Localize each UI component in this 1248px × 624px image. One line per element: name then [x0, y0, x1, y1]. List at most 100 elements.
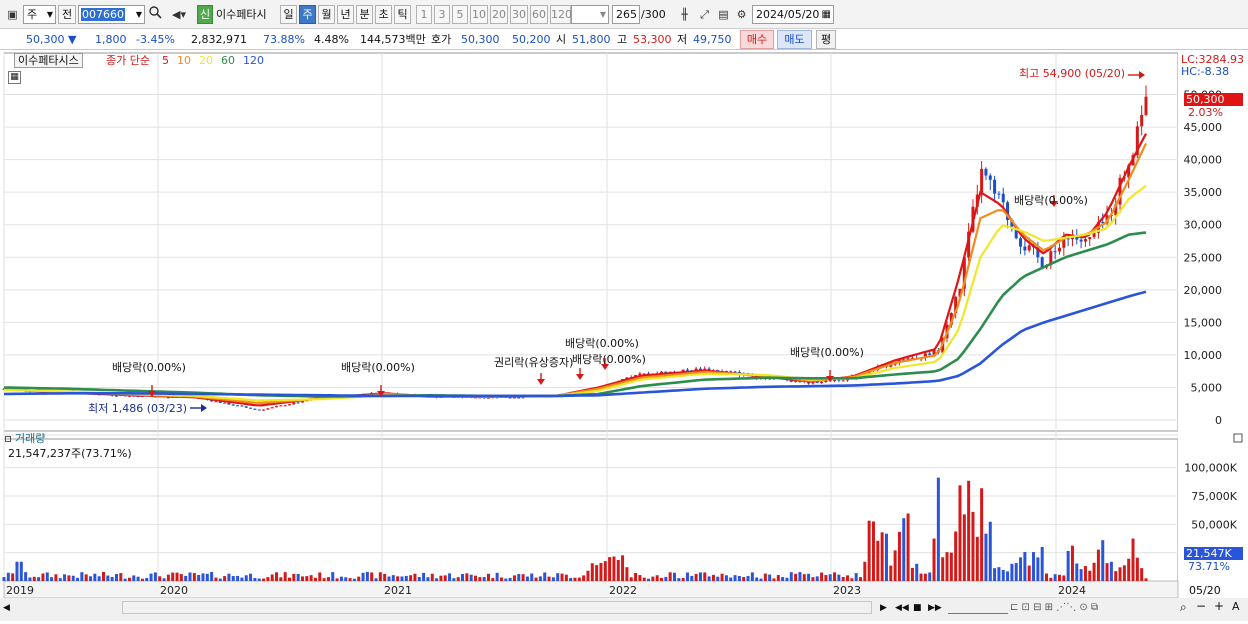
period-button-0[interactable]: 일: [280, 5, 297, 24]
stop-icon[interactable]: ■: [913, 602, 922, 615]
price-tag: 50,300: [1184, 93, 1243, 106]
date-input[interactable]: 2024/05/20 ▦: [752, 5, 834, 24]
volume-tick-3: 100,000K: [1184, 462, 1237, 475]
volume-bar: [422, 572, 426, 581]
volume-bar: [1122, 565, 1126, 581]
volume-bar: [815, 576, 819, 581]
candle-body: [820, 382, 824, 384]
forward-icon[interactable]: ▶▶: [928, 602, 942, 615]
period-button-3[interactable]: 년: [337, 5, 354, 24]
candle-body: [288, 404, 291, 406]
volume-bar: [478, 577, 482, 581]
volume-bar: [919, 573, 923, 581]
calendar-icon[interactable]: ▦: [822, 6, 831, 23]
candle-type-icon[interactable]: ╫: [676, 6, 693, 23]
volume-bar: [625, 567, 629, 581]
interval-button-6[interactable]: 60: [530, 5, 548, 24]
price-tick-6: 30,000: [1184, 219, 1223, 232]
bid-price: 50,200: [512, 33, 551, 46]
price-volume-chart[interactable]: 0 5,000 10,000 15,000 20,000 25,000 30,000 35,0…: [0, 50, 1248, 621]
period-button-6[interactable]: 틱: [394, 5, 411, 24]
volume-bar: [573, 577, 577, 581]
eval-button[interactable]: 평: [816, 30, 836, 49]
volume-bar: [880, 532, 884, 581]
volume-bar: [603, 561, 607, 581]
open-price: 51,800: [572, 33, 611, 46]
period-button-2[interactable]: 월: [318, 5, 335, 24]
year-label-4: 2023: [833, 584, 861, 597]
volume-bar: [145, 577, 149, 581]
market-select[interactable]: 주 ▼: [23, 5, 56, 24]
scroll-left-icon[interactable]: ◀: [3, 602, 10, 615]
minus-icon[interactable]: −: [1196, 600, 1206, 613]
volume-bar: [236, 575, 240, 581]
volume-bar: [101, 571, 105, 581]
line-tool-icon[interactable]: ⤢: [696, 6, 713, 23]
table-icon[interactable]: ▦: [8, 71, 21, 84]
volume-bar: [828, 574, 832, 581]
speaker-icon[interactable]: ◀▾: [166, 6, 192, 23]
volume-bar: [1092, 562, 1096, 581]
period-button-4[interactable]: 분: [356, 5, 373, 24]
interval-button-7[interactable]: 120: [550, 5, 572, 24]
volume-bar: [179, 574, 183, 581]
volume-bar: [400, 576, 404, 581]
interval-button-3[interactable]: 10: [470, 5, 488, 24]
period-button-5[interactable]: 초: [375, 5, 392, 24]
volume-bar: [456, 577, 460, 581]
window-icon[interactable]: ▣: [4, 6, 21, 23]
price-pct: 2.03%: [1188, 106, 1223, 119]
volume-bar: [275, 572, 279, 581]
sell-button[interactable]: 매도: [777, 30, 812, 49]
rewind-icon[interactable]: ◀◀: [895, 602, 909, 615]
play-icon[interactable]: ▶: [880, 602, 887, 615]
code-input[interactable]: 007660 ▼: [78, 5, 145, 24]
candle-body: [1088, 237, 1092, 240]
scroll-thumb[interactable]: [122, 601, 872, 614]
volume-bar: [296, 573, 300, 581]
period-button-1[interactable]: 주: [299, 5, 316, 24]
count-input[interactable]: 265: [612, 5, 640, 24]
font-size-icon[interactable]: A: [1232, 600, 1240, 613]
volume-bar: [300, 576, 304, 581]
volume-bar: [45, 572, 49, 581]
chart-tools-icons[interactable]: ⊏ ⊡ ⊟ ⊞ ⋰⋱ ⊙ ⧉: [1010, 601, 1098, 614]
count-total: /300: [641, 8, 666, 21]
zoom-slider[interactable]: [948, 601, 1008, 614]
candle-body: [214, 401, 218, 403]
candle-body: [733, 371, 737, 373]
volume-bar: [711, 574, 715, 581]
volume-bar: [967, 480, 971, 581]
search-icon[interactable]: [147, 6, 164, 23]
volume-bar: [975, 536, 979, 581]
candle-body: [1019, 238, 1023, 247]
volume-bar: [50, 577, 54, 581]
interval-button-5[interactable]: 30: [510, 5, 528, 24]
volume-bar: [19, 561, 23, 581]
plus-icon[interactable]: +: [1214, 600, 1224, 613]
amount: 144,573백만: [360, 33, 426, 46]
low-price: 49,750: [693, 33, 732, 46]
volume-bar: [517, 574, 521, 581]
zoom-icon[interactable]: ⌕: [1180, 601, 1187, 614]
save-icon[interactable]: ▤: [715, 6, 732, 23]
gear-icon[interactable]: ⚙: [733, 6, 750, 23]
candle-body: [1001, 193, 1005, 203]
chevron-down-icon: ▼: [599, 10, 606, 19]
interval-button-0[interactable]: 1: [416, 5, 432, 24]
interval-button-2[interactable]: 5: [452, 5, 468, 24]
interval-button-1[interactable]: 3: [434, 5, 450, 24]
open-label: 시: [556, 33, 567, 46]
volume-bar: [439, 575, 443, 581]
volume-bar: [1109, 561, 1113, 581]
candle-body: [997, 193, 1001, 195]
interval-button-4[interactable]: 20: [490, 5, 508, 24]
legend-stock-name[interactable]: 이수페타시스: [14, 53, 83, 68]
unit-select[interactable]: ▼: [571, 5, 609, 24]
volume-bar: [651, 576, 655, 581]
volume-bar: [28, 577, 32, 581]
candle-body: [249, 407, 253, 409]
candle-body: [1023, 246, 1027, 251]
buy-button[interactable]: 매수: [740, 30, 774, 49]
prev-button[interactable]: 전: [58, 5, 76, 24]
